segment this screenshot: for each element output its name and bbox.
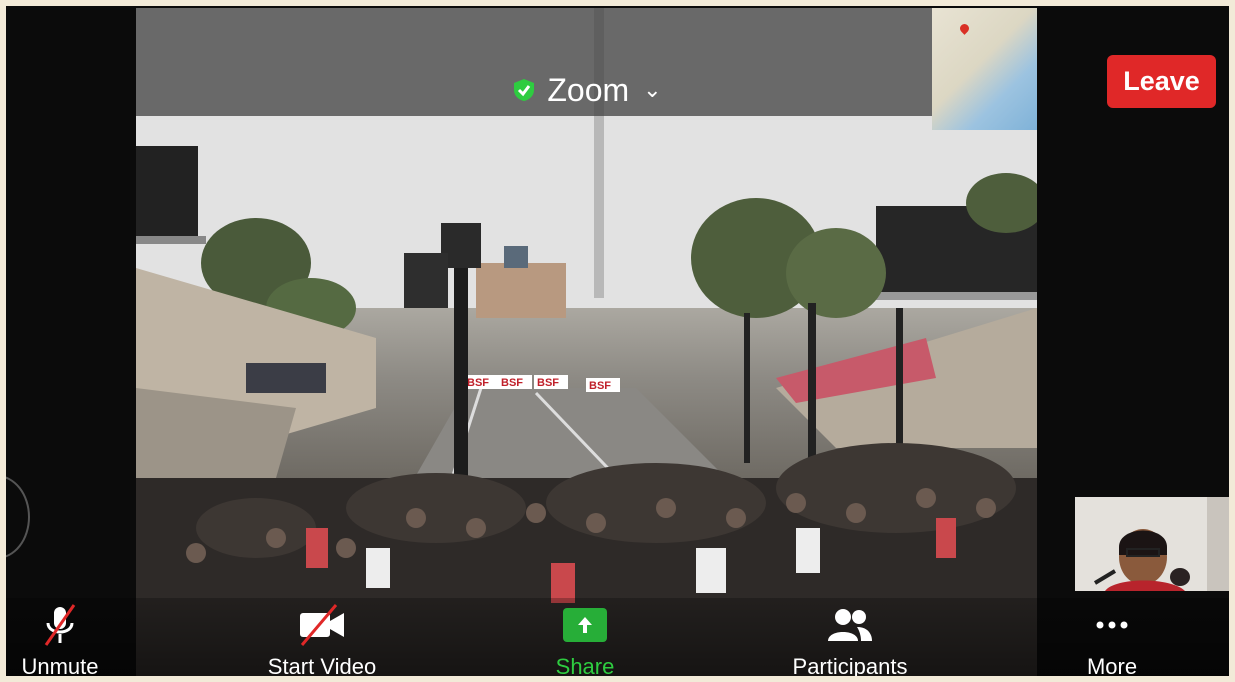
meeting-header: Zoom ⌄ <box>136 8 1037 116</box>
more-label: More <box>1086 654 1138 679</box>
map-pin-icon <box>958 22 971 35</box>
banner-bsf-3: BSF <box>537 377 559 389</box>
banner-bsf-2: BSF <box>501 377 523 389</box>
share-label: Share <box>555 654 615 679</box>
more-button[interactable]: More <box>1078 598 1146 682</box>
banner-bsf-4: BSF <box>589 380 611 392</box>
unmute-button[interactable]: Unmute <box>14 598 106 682</box>
start-video-label: Start Video <box>267 654 377 679</box>
video-camera-off-icon <box>300 604 344 646</box>
meeting-toolbar: Unmute Start Video Share Participants Mo… <box>0 598 1235 682</box>
map-thumbnail <box>932 8 1037 130</box>
participants-icon <box>828 609 872 641</box>
microphone-muted-icon <box>44 604 76 646</box>
participants-label: Participants <box>792 654 908 679</box>
start-video-button[interactable]: Start Video <box>260 598 384 682</box>
chevron-down-icon: ⌄ <box>643 77 662 102</box>
meeting-title: Zoom <box>547 72 630 108</box>
unmute-label: Unmute <box>21 654 99 679</box>
shield-check-icon <box>514 79 535 101</box>
meeting-title-dropdown[interactable]: Zoom ⌄ <box>136 68 1037 112</box>
leave-button[interactable]: Leave <box>1107 55 1216 108</box>
more-dots-icon <box>1096 621 1128 629</box>
side-swipe-indicator <box>0 475 30 559</box>
self-view-thumbnail[interactable] <box>1075 497 1230 591</box>
banner-bsf-1: BSF <box>467 377 489 389</box>
participants-button[interactable]: Participants <box>782 598 918 682</box>
participant-video <box>1075 497 1230 591</box>
share-button[interactable]: Share <box>550 598 620 682</box>
share-arrow-icon <box>563 608 607 642</box>
